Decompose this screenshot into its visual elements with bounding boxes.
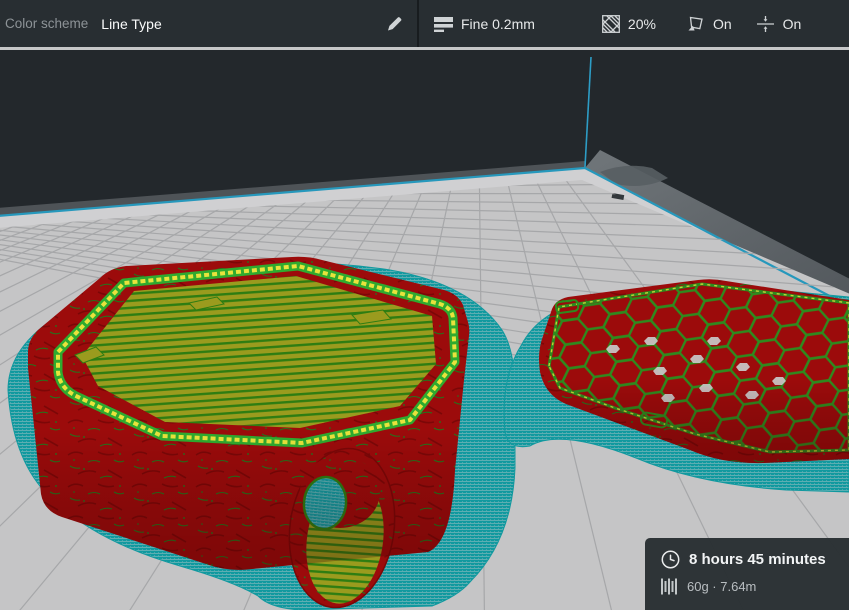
support-value: On: [712, 15, 732, 32]
setting-adhesion[interactable]: On: [756, 15, 802, 33]
toolbar-separator: [0, 47, 849, 50]
print-settings-summary: Fine 0.2mm 20% On On: [419, 0, 849, 47]
layer-height-icon: [434, 16, 453, 32]
color-scheme-dropdown[interactable]: Line Type: [101, 16, 161, 32]
clock-icon: [661, 550, 680, 569]
pencil-icon: [388, 16, 402, 30]
filament-icon: [661, 578, 677, 595]
setting-layer-height[interactable]: Fine 0.2mm: [434, 15, 535, 33]
viewport-3d[interactable]: [0, 50, 849, 610]
edit-color-scheme-button[interactable]: [385, 15, 403, 33]
preview-toolbar: Color scheme Line Type Fine 0.2mm 20% On…: [0, 0, 849, 47]
material-usage: 60g · 7.64m: [687, 579, 757, 594]
adhesion-value: On: [782, 15, 802, 32]
infill-value: 20%: [627, 15, 656, 32]
setting-infill[interactable]: 20%: [601, 14, 656, 33]
adhesion-icon: [756, 15, 774, 32]
layer-height-value: Fine 0.2mm: [461, 15, 535, 32]
color-scheme-label: Color scheme: [5, 16, 89, 31]
color-scheme-section: Color scheme Line Type: [0, 0, 417, 47]
support-icon: [688, 16, 703, 30]
setting-support[interactable]: On: [686, 15, 732, 33]
color-scheme-value: Line Type: [101, 15, 162, 32]
infill-icon: [601, 14, 620, 33]
print-stats-panel: 8 hours 45 minutes 60g · 7.64m: [645, 538, 849, 610]
print-time-estimate: 8 hours 45 minutes: [689, 551, 826, 568]
